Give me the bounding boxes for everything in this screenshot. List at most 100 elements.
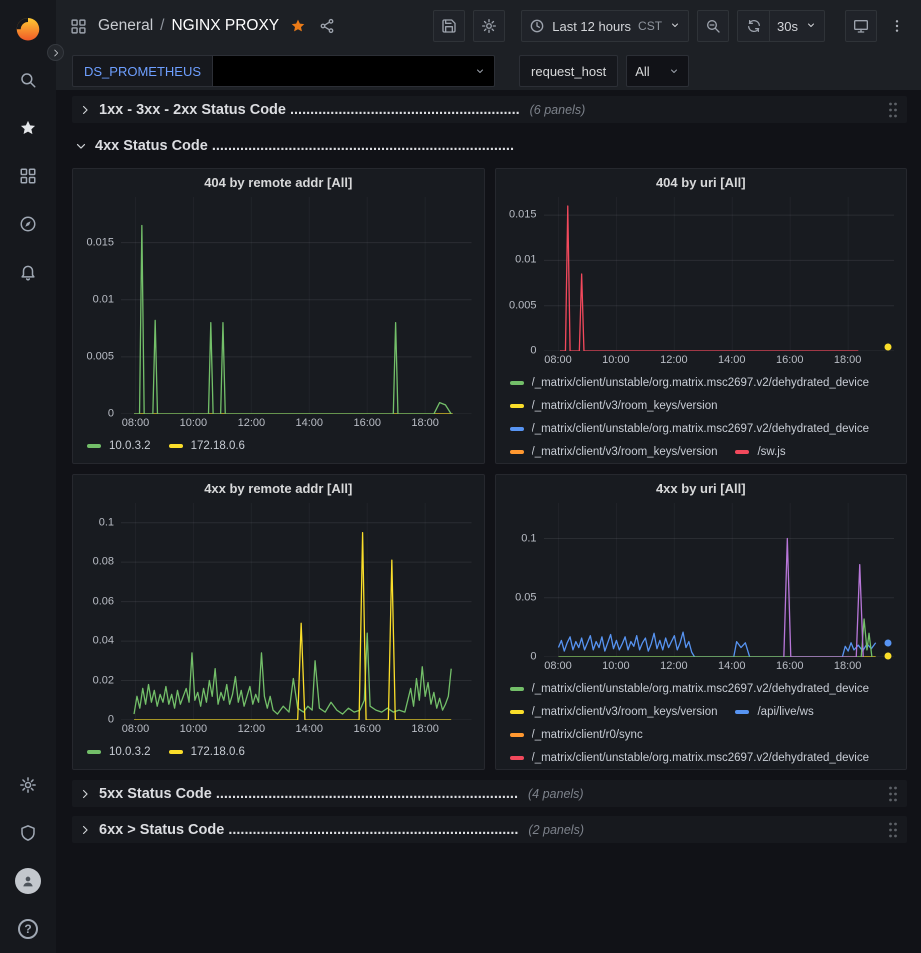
share-icon[interactable] bbox=[319, 18, 335, 34]
gear-icon bbox=[481, 18, 497, 34]
sidebar-item-server-admin[interactable] bbox=[0, 809, 56, 857]
sidebar-item-help[interactable]: ? bbox=[0, 905, 56, 953]
refresh-interval-dropdown[interactable]: 30s bbox=[769, 10, 825, 42]
x-tick-label: 10:00 bbox=[180, 723, 208, 735]
dashboard-grid-icon bbox=[70, 18, 87, 35]
variable-select-request-host[interactable]: All bbox=[626, 55, 688, 87]
series-line bbox=[559, 206, 857, 351]
dashboard-row-4xx[interactable]: 4xx Status Code ........................… bbox=[72, 132, 907, 159]
favorite-star-icon[interactable] bbox=[290, 18, 306, 34]
legend-label: /_matrix/client/unstable/org.matrix.msc2… bbox=[532, 423, 870, 435]
x-tick-label: 12:00 bbox=[238, 723, 266, 735]
chevron-down-icon bbox=[669, 19, 681, 34]
legend-item[interactable]: 172.18.0.6 bbox=[169, 434, 245, 457]
drag-handle-icon[interactable] bbox=[887, 101, 899, 119]
y-tick-label: 0.04 bbox=[93, 636, 114, 647]
dashboard-settings-button[interactable] bbox=[473, 10, 505, 42]
y-tick-label: 0 bbox=[530, 346, 536, 357]
save-dashboard-button[interactable] bbox=[433, 10, 465, 42]
drag-handle-icon[interactable] bbox=[887, 785, 899, 803]
legend-label: /sw.js bbox=[757, 446, 785, 458]
chevron-down-icon bbox=[805, 19, 817, 34]
x-tick-label: 08:00 bbox=[544, 354, 572, 366]
refresh-button[interactable] bbox=[737, 10, 769, 42]
x-tick-label: 08:00 bbox=[544, 660, 572, 672]
panel-chart-body: 00.0050.010.01508:0010:0012:0014:0016:00… bbox=[496, 195, 907, 463]
panel-4xx-by-uri: 4xx by uri [All] 00.050.108:0010:0012:00… bbox=[495, 474, 908, 770]
legend-item[interactable]: /_matrix/client/r0/sync bbox=[510, 723, 643, 746]
dashboard-row-5xx[interactable]: 5xx Status Code ........................… bbox=[72, 780, 907, 807]
panel-title[interactable]: 4xx by remote addr [All] bbox=[73, 475, 484, 501]
legend-item[interactable]: 10.0.3.2 bbox=[87, 434, 151, 457]
y-tick-label: 0.06 bbox=[93, 596, 114, 607]
legend-item[interactable]: 172.18.0.6 bbox=[169, 740, 245, 763]
panel-title[interactable]: 404 by remote addr [All] bbox=[73, 169, 484, 195]
panel-title[interactable]: 4xx by uri [All] bbox=[496, 475, 907, 501]
legend-swatch bbox=[510, 733, 524, 737]
sidebar-item-starred[interactable] bbox=[0, 104, 56, 152]
series-line bbox=[134, 226, 451, 414]
x-tick-label: 14:00 bbox=[296, 417, 324, 429]
chevron-right-icon bbox=[51, 48, 61, 58]
panel-title[interactable]: 404 by uri [All] bbox=[496, 169, 907, 195]
variable-select-ds-prometheus[interactable] bbox=[213, 55, 495, 87]
legend-label: 10.0.3.2 bbox=[109, 746, 151, 758]
legend-item[interactable]: /api/live/ws bbox=[735, 700, 813, 723]
y-tick-label: 0.1 bbox=[521, 533, 536, 544]
sidebar-item-dashboards[interactable] bbox=[0, 152, 56, 200]
dashboard-canvas: 1xx - 3xx - 2xx Status Code ............… bbox=[56, 90, 921, 953]
y-axis: 00.020.040.060.080.1 bbox=[79, 503, 121, 720]
drag-handle-icon[interactable] bbox=[887, 821, 899, 839]
chevron-down-icon bbox=[74, 139, 88, 153]
x-tick-label: 18:00 bbox=[411, 417, 439, 429]
x-tick-label: 08:00 bbox=[122, 417, 150, 429]
sidebar-item-alerting[interactable] bbox=[0, 248, 56, 296]
dashboard-row-6xx[interactable]: 6xx > Status Code ......................… bbox=[72, 816, 907, 843]
chevron-down-icon bbox=[474, 65, 486, 77]
refresh-button-group: 30s bbox=[737, 10, 825, 42]
time-range-picker[interactable]: Last 12 hours CST bbox=[521, 10, 689, 42]
chevron-right-icon bbox=[78, 103, 92, 117]
legend-item[interactable]: /_matrix/client/v3/room_keys/version bbox=[510, 440, 718, 463]
more-options-kebab-icon[interactable] bbox=[887, 16, 907, 36]
sidebar-expand-button[interactable] bbox=[47, 44, 64, 61]
sidebar: ? bbox=[0, 0, 56, 953]
chart-area: 00.0050.010.015 bbox=[502, 197, 895, 351]
panel-chart-body: 00.020.040.060.080.108:0010:0012:0014:00… bbox=[73, 501, 484, 769]
star-icon bbox=[19, 119, 37, 137]
legend-label: /api/live/ws bbox=[757, 706, 813, 718]
sidebar-item-configuration[interactable] bbox=[0, 761, 56, 809]
legend-item[interactable]: /_matrix/client/v3/room_keys/version bbox=[510, 700, 718, 723]
legend-item[interactable]: 10.0.3.2 bbox=[87, 740, 151, 763]
refresh-icon bbox=[746, 18, 762, 34]
legend-item[interactable]: /_matrix/client/unstable/org.matrix.msc2… bbox=[510, 677, 870, 700]
legend-item[interactable]: /_matrix/client/unstable/org.matrix.msc2… bbox=[510, 371, 870, 394]
legend-label: /_matrix/client/v3/room_keys/version bbox=[532, 446, 718, 458]
zoom-out-button[interactable] bbox=[697, 10, 729, 42]
series-line bbox=[134, 533, 451, 720]
chart-area: 00.0050.010.015 bbox=[79, 197, 472, 414]
chart-plot bbox=[544, 197, 895, 351]
legend-item[interactable]: /_matrix/client/v3/room_keys/version bbox=[510, 394, 718, 417]
clock-icon bbox=[529, 18, 545, 34]
legend: 10.0.3.2 172.18.0.6 bbox=[79, 431, 472, 463]
variable-label-ds-prometheus: DS_PROMETHEUS bbox=[72, 55, 213, 87]
y-tick-label: 0.01 bbox=[515, 255, 536, 266]
breadcrumb-section[interactable]: General bbox=[98, 17, 153, 35]
x-tick-label: 12:00 bbox=[660, 354, 688, 366]
y-axis: 00.050.1 bbox=[502, 503, 544, 657]
legend-item[interactable]: /_matrix/client/unstable/org.matrix.msc2… bbox=[510, 746, 870, 769]
legend: 10.0.3.2 172.18.0.6 bbox=[79, 737, 472, 769]
dashboard-row-1xx-3xx-2xx[interactable]: 1xx - 3xx - 2xx Status Code ............… bbox=[72, 96, 907, 123]
cycle-view-mode-button[interactable] bbox=[845, 10, 877, 42]
legend-item[interactable]: /sw.js bbox=[735, 440, 785, 463]
sidebar-item-search[interactable] bbox=[0, 56, 56, 104]
x-tick-label: 18:00 bbox=[411, 723, 439, 735]
legend-label: /_matrix/client/r0/sync bbox=[532, 729, 643, 741]
sidebar-item-profile[interactable] bbox=[0, 857, 56, 905]
sidebar-item-explore[interactable] bbox=[0, 200, 56, 248]
legend-item[interactable]: /_matrix/client/unstable/org.matrix.msc2… bbox=[510, 417, 870, 440]
x-tick-label: 12:00 bbox=[238, 417, 266, 429]
series-line bbox=[134, 633, 451, 714]
variable-label-request-host: request_host bbox=[519, 55, 618, 87]
